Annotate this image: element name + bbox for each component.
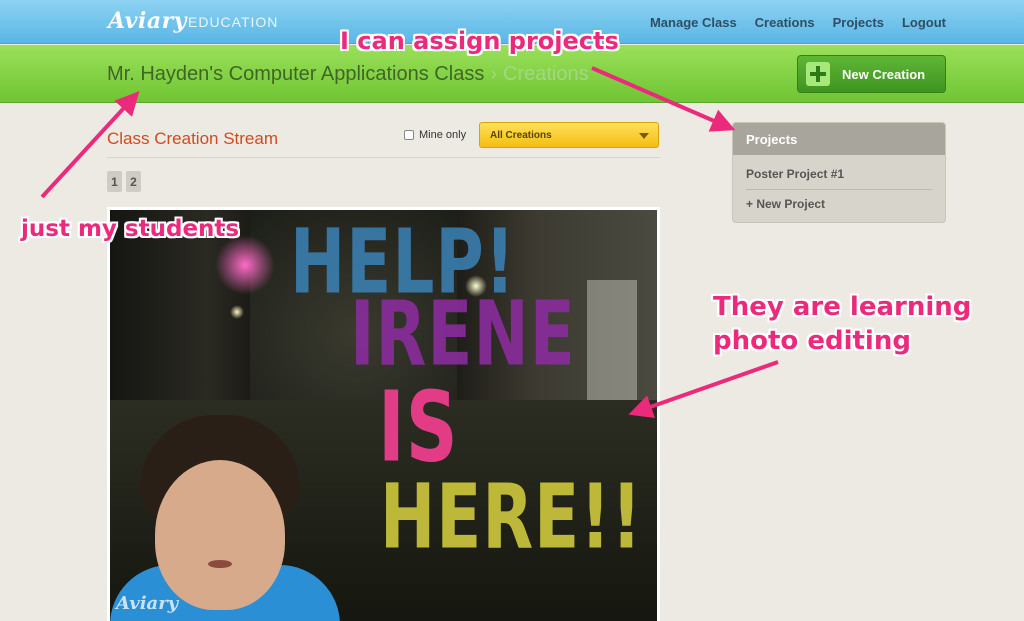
- student-face: [155, 460, 285, 610]
- aviary-watermark: Aviary: [116, 593, 179, 614]
- new-project-link[interactable]: + New Project: [733, 197, 945, 211]
- annotation-photo-editing: They are learning photo editing: [713, 290, 971, 358]
- projects-title: Projects: [733, 123, 945, 155]
- new-creation-label: New Creation: [842, 66, 926, 82]
- nav-projects[interactable]: Projects: [833, 15, 884, 30]
- creation-image[interactable]: HELP! IRENE IS HERE!! Aviary: [107, 207, 660, 621]
- chevron-down-icon: [639, 133, 649, 139]
- nav-creations[interactable]: Creations: [755, 15, 815, 30]
- aviary-logo[interactable]: Aviary: [108, 8, 187, 34]
- nav-logout[interactable]: Logout: [902, 15, 946, 30]
- annotation-line-1: They are learning: [713, 292, 972, 322]
- mine-only-checkbox[interactable]: [404, 130, 414, 140]
- breadcrumb-separator: ›: [490, 63, 497, 85]
- new-creation-button[interactable]: New Creation: [797, 55, 946, 93]
- pink-light: [215, 235, 275, 295]
- annotation-line-2: photo editing: [713, 326, 911, 356]
- garage-door: [587, 280, 637, 400]
- plus-icon: [806, 62, 830, 86]
- projects-panel: Projects Poster Project #1 + New Project: [732, 122, 946, 223]
- creation-scene: HELP! IRENE IS HERE!! Aviary: [110, 210, 657, 621]
- creations-filter-select[interactable]: All Creations: [479, 122, 659, 148]
- breadcrumb-class[interactable]: Mr. Hayden's Computer Applications Class: [107, 63, 484, 85]
- annotation-assign-projects: I can assign projects: [340, 27, 619, 55]
- mine-only-label: Mine only: [419, 129, 467, 141]
- annotation-my-students: just my students: [21, 216, 240, 242]
- street-light: [230, 305, 244, 319]
- project-item[interactable]: Poster Project #1: [733, 167, 945, 181]
- filter-value: All Creations: [490, 130, 552, 141]
- mine-only-toggle[interactable]: Mine only: [404, 129, 466, 141]
- pagination: 1 2: [107, 171, 141, 192]
- logo-subtitle: EDUCATION: [188, 14, 279, 30]
- student-mouth: [208, 560, 232, 568]
- nav-links: Manage Class Creations Projects Logout: [650, 15, 946, 30]
- breadcrumb: Mr. Hayden's Computer Applications Class…: [107, 63, 589, 86]
- page-1-button[interactable]: 1: [107, 171, 122, 192]
- projects-divider: [746, 189, 932, 190]
- nav-manage-class[interactable]: Manage Class: [650, 15, 737, 30]
- poster-text-here: HERE!!: [380, 465, 643, 569]
- breadcrumb-current: Creations: [503, 63, 589, 85]
- divider: [107, 157, 660, 158]
- page-2-button[interactable]: 2: [126, 171, 141, 192]
- stream-title: Class Creation Stream: [107, 129, 279, 148]
